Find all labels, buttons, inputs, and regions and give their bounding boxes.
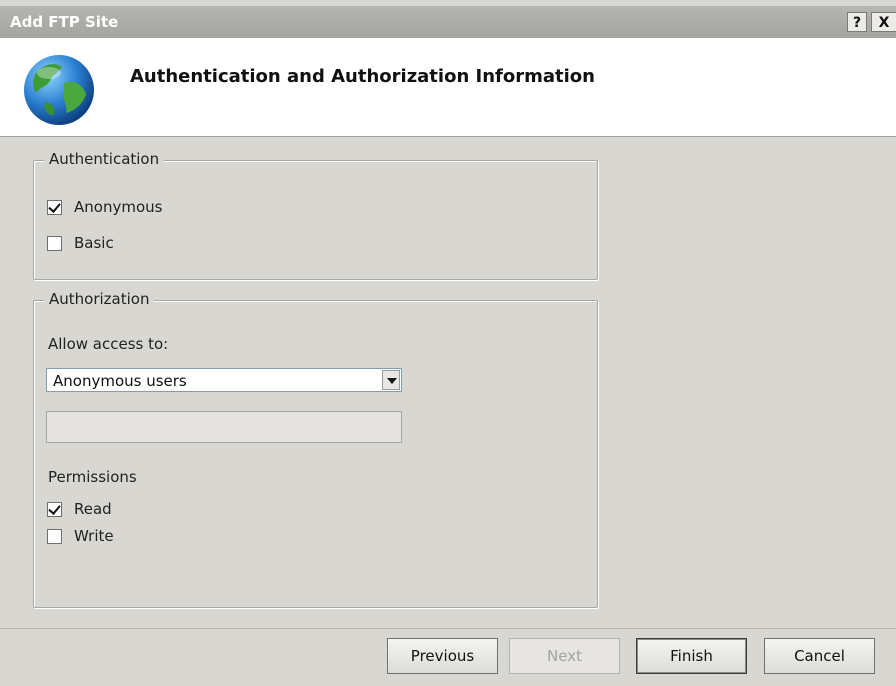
- write-label: Write: [74, 527, 114, 545]
- anonymous-checkbox[interactable]: [47, 199, 62, 215]
- write-checkbox[interactable]: [47, 528, 62, 544]
- finish-button[interactable]: Finish: [636, 638, 747, 674]
- permissions-label: Permissions: [48, 468, 137, 486]
- basic-checkbox-row[interactable]: Basic: [47, 234, 114, 252]
- window-title: Add FTP Site: [10, 13, 119, 31]
- close-button[interactable]: X: [871, 12, 896, 32]
- page-title: Authentication and Authorization Informa…: [130, 66, 595, 87]
- wizard-header: Authentication and Authorization Informa…: [0, 38, 896, 137]
- globe-icon: [24, 55, 94, 125]
- anonymous-label: Anonymous: [74, 198, 163, 216]
- authentication-legend: Authentication: [44, 150, 165, 168]
- next-button[interactable]: Next: [509, 638, 620, 674]
- authentication-group: Authentication: [33, 150, 598, 280]
- allow-access-label: Allow access to:: [48, 335, 169, 353]
- read-checkbox-row[interactable]: Read: [47, 500, 112, 518]
- read-label: Read: [74, 500, 112, 518]
- authorization-legend: Authorization: [44, 290, 155, 308]
- cancel-button[interactable]: Cancel: [764, 638, 875, 674]
- specified-users-input: [46, 411, 402, 443]
- previous-button[interactable]: Previous: [387, 638, 498, 674]
- read-checkbox[interactable]: [47, 501, 62, 517]
- basic-label: Basic: [74, 234, 114, 252]
- help-button[interactable]: ?: [847, 12, 867, 32]
- chevron-down-icon[interactable]: [382, 370, 400, 390]
- allow-access-value: Anonymous users: [53, 372, 187, 390]
- anonymous-checkbox-row[interactable]: Anonymous: [47, 198, 162, 216]
- footer-divider: [0, 628, 896, 629]
- title-bar: Add FTP Site ? X: [0, 6, 896, 38]
- basic-checkbox[interactable]: [47, 235, 62, 251]
- write-checkbox-row[interactable]: Write: [47, 527, 114, 545]
- allow-access-dropdown[interactable]: Anonymous users: [46, 368, 402, 392]
